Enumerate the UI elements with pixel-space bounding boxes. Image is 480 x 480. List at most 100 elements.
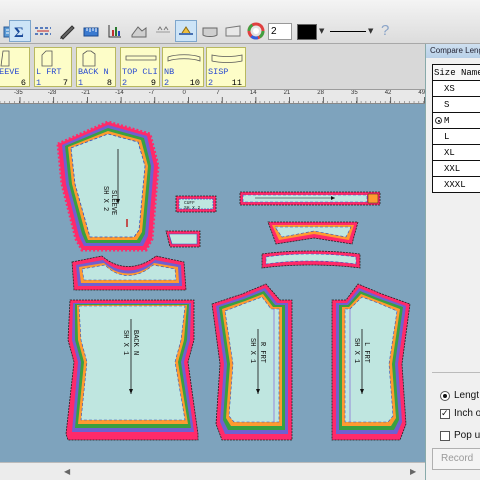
size-row-s[interactable]: S — [432, 96, 480, 113]
sum-icon[interactable]: Σ — [9, 20, 31, 42]
size-row-xl[interactable]: XL — [432, 144, 480, 161]
piece-qty: 1 — [78, 78, 84, 88]
ruler-ticks — [0, 97, 425, 103]
pencil-icon[interactable] — [56, 20, 78, 42]
popup-label: Pop u — [454, 430, 480, 441]
compare-length-panel: Compare Length Size Name XS S M L XL XXL… — [425, 44, 480, 480]
tab-piece[interactable] — [165, 230, 201, 248]
r-front-qty-label: SH X 1 — [248, 338, 256, 363]
back-yoke-piece[interactable] — [71, 255, 187, 291]
radio-icon[interactable] — [440, 391, 450, 401]
ruler-label: -28 — [47, 90, 57, 96]
top-collar-piece[interactable] — [267, 221, 359, 245]
main-toolbar: Σ 2 ▼ ▼ ? — [0, 0, 480, 44]
size-row-xxl[interactable]: XXL — [432, 160, 480, 177]
svg-text:Σ: Σ — [14, 25, 24, 40]
size-row-m[interactable]: M — [432, 112, 480, 129]
piece-thumbnail-icon — [125, 55, 157, 61]
piece-total: 8 — [106, 78, 112, 88]
piece-name: TOP CLI — [122, 67, 158, 77]
piece-total: 11 — [231, 78, 242, 88]
piece-total: 9 — [150, 78, 156, 88]
size-table: Size Name XS S M L XL XXL XXXL — [432, 64, 480, 193]
shape-outline-icon[interactable] — [222, 20, 244, 42]
ruler-label: 35 — [351, 90, 358, 96]
size-row-m-label: M — [444, 115, 450, 126]
scroll-right-icon[interactable]: ▶ — [410, 467, 416, 476]
neckband-piece[interactable] — [261, 250, 361, 269]
l-front-name-label: L FRT — [362, 342, 370, 363]
color-wheel-icon[interactable] — [245, 20, 267, 42]
line-style-preview[interactable] — [330, 31, 366, 32]
record-button[interactable]: Record — [432, 448, 480, 470]
piece-qty: 2 — [164, 78, 170, 88]
back-qty-label: SH X 1 — [121, 330, 129, 355]
piece-strip: LEEVE 6 L FRT 1 7 BACK N 1 8 TOP CLI 2 9… — [0, 44, 425, 90]
horizontal-scrollbar[interactable]: ◀ ▶ — [0, 462, 425, 480]
sleeve-name-label: SLEEVE — [109, 190, 117, 215]
ruler-label: 0 — [182, 90, 186, 96]
piece-qty: 1 — [36, 78, 42, 88]
back-piece[interactable]: BACK N SH X 1 — [65, 299, 199, 441]
piece-name: NB — [164, 67, 175, 77]
size-row-xxxl[interactable]: XXXL — [432, 176, 480, 193]
checkbox-icon[interactable] — [440, 431, 450, 441]
checkbox-checked-icon[interactable] — [440, 408, 450, 419]
line-color-swatch[interactable] — [297, 24, 317, 40]
piece-name: L FRT — [36, 67, 62, 77]
size-column-header: Size Name — [432, 64, 480, 81]
pattern-drawing: SLEEVE SH X 2 CUFF SH X 2 BACK N SH X 1 … — [56, 120, 411, 441]
size-row-l[interactable]: L — [432, 128, 480, 145]
ruler-icon[interactable] — [80, 20, 102, 42]
ruler-label: 21 — [283, 90, 291, 96]
help-icon[interactable]: ? — [381, 22, 389, 39]
ruler-label: 28 — [317, 90, 324, 96]
ruler-label: -14 — [115, 90, 124, 96]
piece-thumbnail-icon — [167, 54, 201, 62]
scroll-left-icon[interactable]: ◀ — [64, 467, 70, 476]
panel-title: Compare Length — [426, 44, 480, 58]
measure-icon[interactable] — [32, 20, 54, 42]
left-front-piece[interactable]: L FRT SH X 1 — [331, 283, 411, 441]
size-row-xs[interactable]: XS — [432, 80, 480, 97]
color-dropdown-icon[interactable]: ▼ — [319, 27, 324, 35]
spec-table-icon[interactable] — [104, 20, 126, 42]
piece-card-sisp[interactable]: SISP 2 11 — [206, 47, 246, 88]
piece-card-top-collar[interactable]: TOP CLI 2 9 — [120, 47, 160, 88]
piece-name: LEEVE — [0, 67, 20, 77]
r-front-name-label: R FRT — [258, 342, 266, 363]
sleeve-piece[interactable]: SLEEVE SH X 2 — [56, 120, 160, 252]
ruler-label: -35 — [14, 90, 23, 96]
piece-total: 10 — [189, 78, 200, 88]
piece-qty: 2 — [208, 78, 214, 88]
sleeve-qty-label: SH X 2 — [101, 186, 109, 211]
panel-divider — [432, 372, 480, 373]
pattern-canvas[interactable]: SLEEVE SH X 2 CUFF SH X 2 BACK N SH X 1 … — [0, 104, 425, 462]
pen-width-input[interactable]: 2 — [268, 23, 292, 40]
selected-size-radio-icon[interactable] — [435, 117, 442, 124]
piece-total: 7 — [62, 78, 68, 88]
piece-thumbnail-icon — [0, 50, 10, 67]
shape-icon[interactable] — [128, 20, 150, 42]
notch-icon[interactable] — [199, 20, 221, 42]
line-style-dropdown-icon[interactable]: ▼ — [368, 27, 373, 35]
piece-card-back[interactable]: BACK N 1 8 — [76, 47, 116, 88]
piece-card-l-front[interactable]: L FRT 1 7 — [34, 47, 72, 88]
piece-card-nb[interactable]: NB 2 10 — [162, 47, 204, 88]
align-icon[interactable] — [152, 20, 174, 42]
ruler-label: -21 — [81, 90, 91, 96]
piece-qty: 2 — [122, 78, 128, 88]
piece-thumbnail-icon — [41, 50, 53, 67]
fold-icon[interactable] — [175, 20, 197, 42]
cuff-piece[interactable]: CUFF SH X 2 — [175, 195, 217, 213]
collar-strip-piece[interactable] — [239, 191, 381, 206]
cuff-qty-label: SH X 2 — [184, 205, 201, 211]
horizontal-ruler: -35 -28 -21 -14 -7 0 7 14 21 28 35 42 49 — [0, 90, 425, 104]
ruler-label: 42 — [384, 90, 392, 96]
piece-thumbnail-icon — [211, 54, 243, 63]
ruler-label: 7 — [216, 90, 220, 96]
pattern-app: Σ 2 ▼ ▼ ? EEVE 6 L FRT 1 7 BACK N 1 8 TO… — [0, 0, 480, 480]
right-front-piece[interactable]: R FRT SH X 1 — [211, 283, 293, 441]
piece-card-sleeve[interactable]: LEEVE 6 — [0, 47, 30, 88]
piece-name: BACK N — [78, 67, 109, 77]
